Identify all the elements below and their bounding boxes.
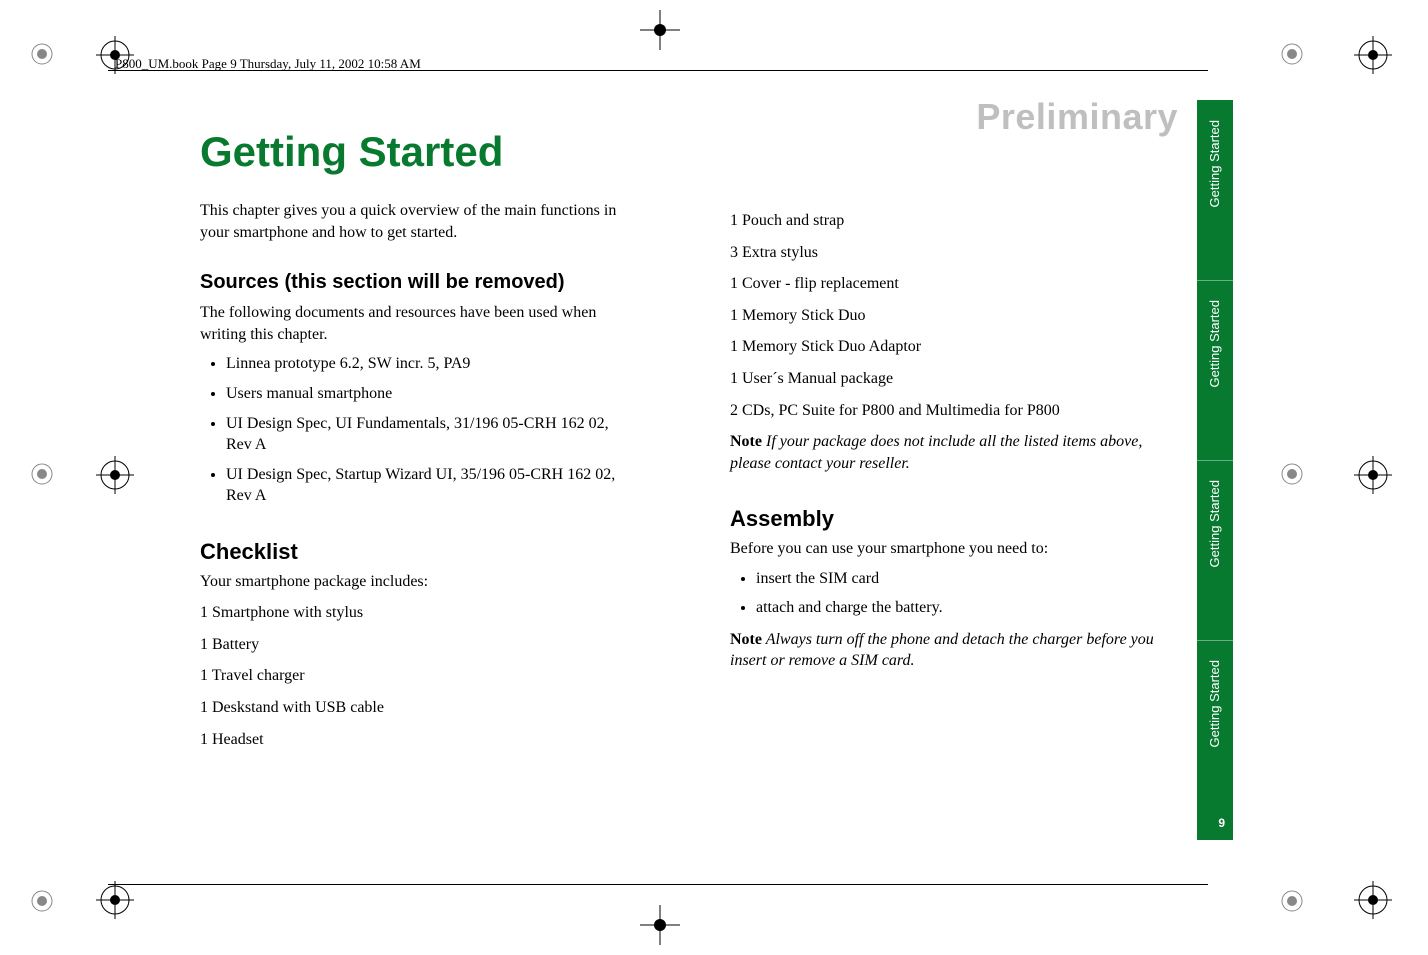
checklist-item: 1 Memory Stick Duo Adaptor	[730, 336, 1160, 358]
registration-target-icon	[96, 881, 134, 919]
tab-label: Getting Started	[1207, 300, 1222, 387]
tab-divider	[1197, 460, 1233, 461]
tab-divider	[1197, 640, 1233, 641]
checklist-item: 1 Battery	[200, 634, 630, 656]
sources-intro: The following documents and resources ha…	[200, 302, 630, 345]
note-text: Always turn off the phone and detach the…	[730, 631, 1154, 670]
crop-mark-icon	[28, 460, 56, 488]
footer-rule	[108, 884, 1208, 885]
list-item: UI Design Spec, UI Fundamentals, 31/196 …	[226, 413, 630, 456]
watermark-text: Preliminary	[976, 96, 1178, 138]
center-crosshair-icon	[640, 905, 680, 945]
checklist-item: 1 Deskstand with USB cable	[200, 697, 630, 719]
checklist-item: 3 Extra stylus	[730, 242, 1160, 264]
tab-label: Getting Started	[1207, 480, 1222, 567]
left-column: This chapter gives you a quick overview …	[200, 200, 630, 760]
crop-mark-icon	[1278, 40, 1306, 68]
checklist-intro: Your smartphone package includes:	[200, 571, 630, 593]
right-column: 1 Pouch and strap 3 Extra stylus 1 Cover…	[730, 200, 1160, 682]
registration-target-icon	[1354, 456, 1392, 494]
tab-divider	[1197, 280, 1233, 281]
crop-mark-icon	[28, 887, 56, 915]
list-item: insert the SIM card	[756, 568, 1160, 590]
checklist-item: 1 Smartphone with stylus	[200, 602, 630, 624]
note-paragraph: Note If your package does not include al…	[730, 431, 1160, 474]
sources-list: Linnea prototype 6.2, SW incr. 5, PA9 Us…	[200, 353, 630, 507]
section-tab: Getting Started Getting Started Getting …	[1197, 100, 1233, 840]
note-label: Note	[730, 433, 762, 450]
tab-label: Getting Started	[1207, 120, 1222, 207]
page-number: 9	[1218, 816, 1225, 830]
registration-target-icon	[96, 456, 134, 494]
list-item: Users manual smartphone	[226, 383, 630, 405]
registration-target-icon	[1354, 36, 1392, 74]
note-paragraph: Note Always turn off the phone and detac…	[730, 629, 1160, 672]
assembly-intro: Before you can use your smartphone you n…	[730, 538, 1160, 560]
checklist-item: 1 Cover - flip replacement	[730, 273, 1160, 295]
sources-heading: Sources (this section will be removed)	[200, 269, 630, 296]
chapter-title: Getting Started	[200, 128, 503, 176]
list-item: attach and charge the battery.	[756, 597, 1160, 619]
assembly-heading: Assembly	[730, 504, 1160, 534]
checklist-item: 2 CDs, PC Suite for P800 and Multimedia …	[730, 400, 1160, 422]
checklist-item: 1 User´s Manual package	[730, 368, 1160, 390]
tab-label: Getting Started	[1207, 660, 1222, 747]
checklist-item: 1 Pouch and strap	[730, 210, 1160, 232]
note-text: If your package does not include all the…	[730, 433, 1142, 472]
checklist-item: 1 Memory Stick Duo	[730, 305, 1160, 327]
registration-target-icon	[1354, 881, 1392, 919]
center-crosshair-icon	[640, 10, 680, 50]
checklist-item: 1 Travel charger	[200, 665, 630, 687]
checklist-item: 1 Headset	[200, 729, 630, 751]
assembly-list: insert the SIM card attach and charge th…	[730, 568, 1160, 619]
crop-mark-icon	[1278, 460, 1306, 488]
checklist-heading: Checklist	[200, 537, 630, 567]
list-item: Linnea prototype 6.2, SW incr. 5, PA9	[226, 353, 630, 375]
note-label: Note	[730, 631, 762, 648]
crop-mark-icon	[28, 40, 56, 68]
list-item: UI Design Spec, Startup Wizard UI, 35/19…	[226, 464, 630, 507]
header-rule	[108, 70, 1208, 71]
intro-paragraph: This chapter gives you a quick overview …	[200, 200, 630, 243]
crop-mark-icon	[1278, 887, 1306, 915]
